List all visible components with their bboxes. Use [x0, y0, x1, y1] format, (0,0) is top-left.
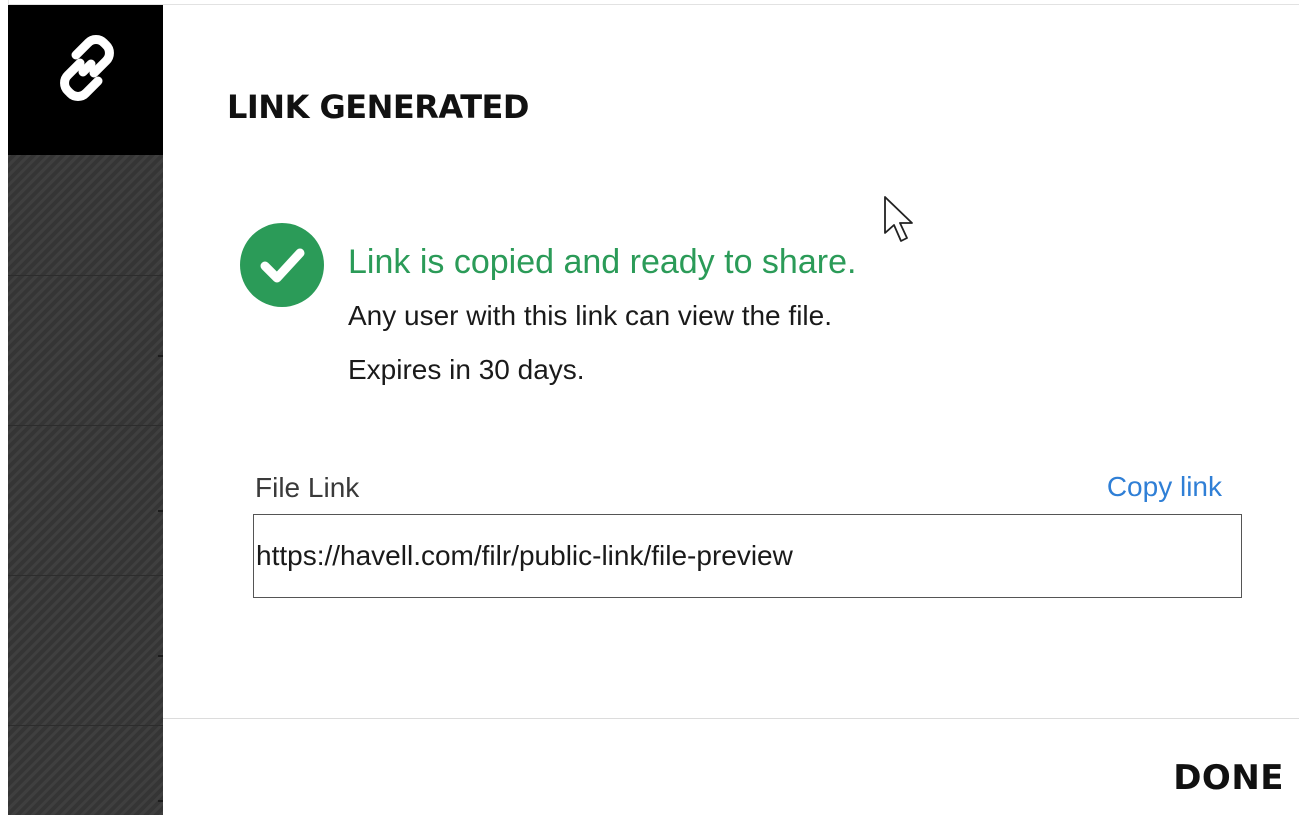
chain-link-icon — [60, 35, 114, 101]
top-frame-edge — [0, 0, 1299, 5]
share-link-dialog-page: LINK GENERATED Link is copied and ready … — [0, 0, 1299, 815]
file-link-label: File Link — [255, 472, 360, 503]
mouse-pointer-icon — [884, 196, 913, 242]
expiry-text: Expires in 30 days. — [348, 354, 585, 385]
status-description: Any user with this link can view the fil… — [348, 300, 832, 331]
footer-divider — [163, 718, 1299, 719]
done-button[interactable]: DONE — [1173, 758, 1284, 798]
file-link-input[interactable] — [253, 514, 1242, 598]
dialog-icon-panel — [8, 5, 163, 155]
dialog-title: LINK GENERATED — [227, 88, 529, 126]
check-circle-icon — [240, 223, 324, 307]
status-title: Link is copied and ready to share. — [348, 243, 857, 281]
copy-link-button[interactable]: Copy link — [1107, 471, 1222, 503]
